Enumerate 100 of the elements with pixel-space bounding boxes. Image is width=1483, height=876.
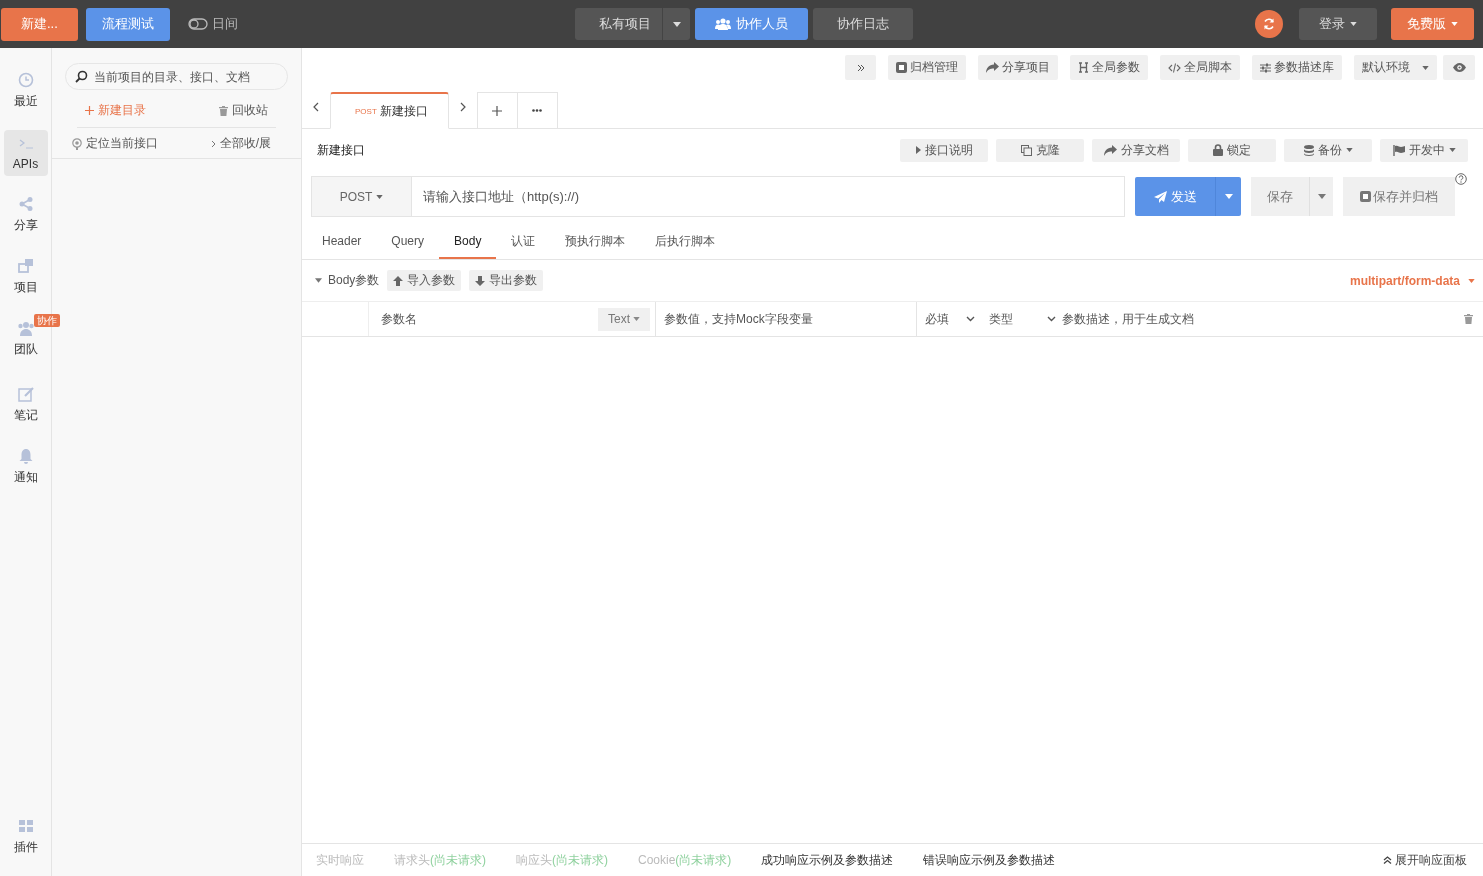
database-icon — [1303, 144, 1314, 156]
search-field[interactable]: 当前项目的目录、接口、文档 — [65, 63, 288, 90]
double-chevron-up-icon — [1383, 856, 1392, 864]
url-field[interactable]: 请输入接口地址（http(s)://) — [412, 176, 1125, 217]
collapse-all-button[interactable]: 全部收/展 — [210, 135, 271, 152]
lock-icon — [1213, 144, 1223, 156]
request-tab[interactable]: Body — [439, 225, 497, 259]
search-icon — [75, 70, 88, 83]
method-dropdown[interactable]: POST — [311, 176, 412, 217]
action-button[interactable]: 分享文档 — [1092, 138, 1180, 162]
add-tab-button[interactable] — [476, 92, 518, 129]
eye-icon — [1452, 63, 1466, 72]
action-button[interactable]: 克隆 — [996, 138, 1084, 162]
archive-icon — [896, 62, 907, 73]
response-tab[interactable]: 成功响应示例及参数描述 — [761, 851, 894, 869]
chevron-right-icon — [459, 102, 466, 112]
request-tab[interactable]: 认证 — [496, 225, 551, 259]
sidebar-item[interactable]: APIs — [3, 130, 48, 176]
caret-icon — [376, 194, 384, 199]
location-icon — [72, 137, 82, 150]
param-description-field[interactable]: 参数描述，用于生成文档 — [1060, 311, 1448, 327]
request-tab[interactable]: Header — [307, 225, 377, 259]
arrow-down-icon — [475, 275, 486, 286]
caret-icon — [1422, 65, 1429, 70]
sidebar-item[interactable]: 笔记 — [3, 382, 48, 428]
caret-icon — [1448, 148, 1456, 152]
toolbar-button[interactable]: 参数描述库 — [1252, 55, 1342, 80]
play-icon — [915, 146, 921, 154]
sidebar-item[interactable]: 通知 — [3, 444, 48, 490]
chevron-left-icon — [313, 102, 319, 112]
param-value-field[interactable]: 参数值，支持Mock字段变量 — [656, 302, 917, 336]
required-dropdown[interactable]: 必填 — [925, 310, 975, 328]
dropdown-button[interactable]: 备份 — [1284, 138, 1372, 162]
sidebar-item[interactable]: 项目 — [3, 254, 48, 300]
theme-toggle[interactable]: 日间 — [187, 15, 238, 33]
plus-icon — [85, 106, 94, 115]
save-options-button[interactable] — [1309, 177, 1333, 216]
recycle-bin-button[interactable]: 回收站 — [219, 102, 268, 119]
share-arrow-icon — [986, 62, 999, 73]
api-name: 新建接口 — [317, 141, 365, 159]
response-tab[interactable]: 错误响应示例及参数描述 — [923, 851, 1056, 869]
login-button[interactable]: 登录 — [1299, 8, 1377, 40]
top-tab[interactable]: 协作日志 — [813, 8, 913, 40]
code-icon — [1168, 62, 1181, 73]
grid-icon — [16, 818, 35, 834]
people-icon — [715, 18, 731, 30]
caret-icon — [1345, 148, 1353, 152]
flag-icon — [1392, 144, 1405, 156]
expand-panel-button[interactable]: 展开响应面板 — [1383, 851, 1467, 869]
badge: 协作 — [33, 314, 60, 327]
sliders-icon — [1260, 62, 1271, 73]
more-icon — [532, 109, 543, 112]
export-params-button[interactable]: 导出参数 — [469, 270, 544, 291]
h-icon — [1078, 62, 1089, 73]
caret-icon — [1317, 194, 1326, 199]
toolbar-button[interactable]: 全局脚本 — [1160, 55, 1240, 80]
toolbar-button[interactable]: 归档管理 — [888, 55, 966, 80]
toolbar-button[interactable]: 分享项目 — [978, 55, 1058, 80]
windows-icon — [16, 258, 35, 274]
request-tab[interactable]: Query — [376, 225, 440, 259]
caret-icon — [315, 278, 322, 283]
param-name-field[interactable]: 参数名 — [379, 311, 598, 327]
import-params-button[interactable]: 导入参数 — [387, 270, 462, 291]
arrow-up-icon — [393, 275, 404, 286]
sidebar-item[interactable]: 插件 — [3, 814, 48, 860]
request-tab[interactable]: 预执行脚本 — [550, 225, 641, 259]
caret-icon — [1468, 278, 1475, 283]
toggle-icon — [187, 18, 208, 30]
plus-icon — [492, 105, 503, 116]
environment-dropdown[interactable]: 默认环境 — [1354, 55, 1437, 80]
more-button[interactable] — [516, 92, 558, 129]
param-type-dropdown[interactable]: 类型 — [989, 310, 1056, 328]
request-tab[interactable]: 后执行脚本 — [640, 225, 731, 259]
delete-icon[interactable] — [1464, 314, 1473, 324]
action-button[interactable]: 接口说明 — [900, 138, 988, 162]
type-dropdown[interactable]: Text — [598, 307, 650, 331]
sidebar-item[interactable]: 分享 — [3, 192, 48, 238]
locate-button[interactable]: 定位当前接口 — [72, 135, 158, 152]
double-chevron-icon — [856, 63, 865, 72]
sync-button[interactable] — [1255, 10, 1283, 38]
help-icon[interactable] — [1455, 173, 1467, 185]
dropdown-button[interactable]: 开发中 — [1380, 138, 1468, 162]
chevron-icon — [1047, 316, 1056, 322]
save-and-archive-button[interactable]: 保存并归档 — [1343, 177, 1455, 216]
trash-icon — [219, 105, 228, 116]
sidebar-item[interactable]: 最近 — [3, 68, 48, 114]
caret-icon — [673, 21, 681, 27]
api-tab[interactable]: POST 新建接口 — [330, 92, 449, 129]
project-dropdown[interactable]: 私有项目 — [575, 8, 690, 40]
preview-button[interactable] — [1443, 55, 1475, 80]
caret-icon — [1350, 22, 1357, 26]
caret-icon — [1224, 194, 1233, 199]
save-button[interactable]: 保存 — [1251, 177, 1309, 216]
toolbar-button[interactable]: 全局参数 — [1070, 55, 1148, 80]
archive-icon — [1360, 191, 1371, 202]
body-params-toggle[interactable]: Body参数 — [315, 272, 380, 289]
caret-icon — [1451, 22, 1458, 26]
chevron-icon — [210, 139, 216, 148]
clock-icon — [16, 72, 35, 88]
action-button[interactable]: 锁定 — [1188, 138, 1276, 162]
